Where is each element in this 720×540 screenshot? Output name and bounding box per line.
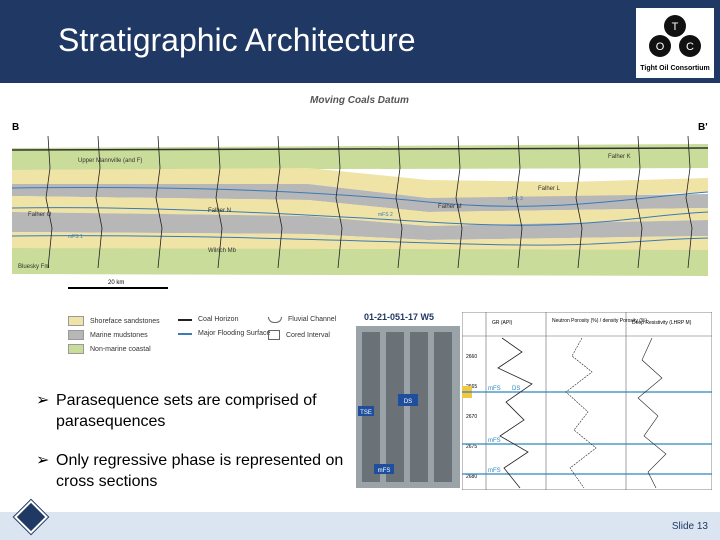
- log-header-resistivity: Deep Resistivity (LHRP M): [632, 320, 692, 326]
- core-well-label: 01-21-051-17 W5: [364, 312, 435, 322]
- legend-item-marine: Marine mudstones: [68, 330, 148, 340]
- bullet-list: ➢ Parasequence sets are comprised of par…: [36, 390, 366, 510]
- legend-swatch: [68, 344, 84, 354]
- bluesky-band: [12, 248, 708, 276]
- legend: Shoreface sandstones Marine mudstones No…: [68, 316, 336, 366]
- depth-5: 2680: [466, 474, 477, 480]
- bullet-item: ➢ Parasequence sets are comprised of par…: [36, 390, 366, 432]
- slide-number: Slide 13: [671, 521, 708, 532]
- log-tag-mfs-1: mFS: [488, 386, 501, 392]
- marker-mfs2: mFS 2: [378, 212, 393, 218]
- well-log-panel: GR (API) Neutron Porosity (%) / density …: [462, 312, 712, 490]
- bullet-item: ➢ Only regressive phase is represented o…: [36, 450, 366, 492]
- unit-falher-l: Falher L: [538, 186, 561, 192]
- legend-label: Non-marine coastal: [90, 345, 151, 353]
- legend-item-flooding: Major Flooding Surface: [178, 330, 270, 337]
- unit-falher-n: Falher N: [208, 208, 231, 214]
- core-photo: DS TSE mFS: [356, 326, 460, 488]
- legend-item-cored: Cored Interval: [268, 330, 330, 340]
- scale-label: 20 km: [108, 280, 124, 286]
- legend-item-channel: Fluvial Channel: [268, 316, 336, 323]
- unit-wilrich: Wilrich Mb: [208, 248, 237, 254]
- core-tag-mfs-text: mFS: [378, 468, 391, 474]
- log-tag-mfs-3: mFS: [488, 468, 501, 474]
- consortium-logo: T O C Tight Oil Consortium: [636, 8, 714, 78]
- unit-falher-o: Falher O: [28, 212, 52, 218]
- logo-letter-t: T: [672, 21, 679, 33]
- cross-section-title: Moving Coals Datum: [310, 95, 409, 106]
- bullet-text: Only regressive phase is represented on …: [56, 452, 344, 490]
- coal-line-icon: [178, 318, 192, 321]
- log-tag-mfs-2: mFS: [488, 438, 501, 444]
- unit-upper-mannville: Upper Mannville (and F): [78, 158, 142, 164]
- arrow-bullet-icon: ➢: [36, 392, 50, 409]
- depth-1: 2660: [466, 354, 477, 360]
- unit-falher-k: Falher K: [608, 154, 631, 160]
- footer-bar: Slide 13: [0, 512, 720, 540]
- legend-label: Major Flooding Surface: [198, 330, 271, 337]
- logo-letter-c: C: [686, 41, 694, 53]
- logo-caption: Tight Oil Consortium: [640, 65, 710, 72]
- legend-label: Marine mudstones: [90, 331, 148, 339]
- marker-mfs1: mFS 1: [68, 234, 83, 240]
- section-start-label: B: [12, 122, 19, 133]
- header-bar: Stratigraphic Architecture T O C Tight O…: [0, 0, 720, 83]
- legend-swatch: [68, 316, 84, 326]
- depth-3: 2670: [466, 414, 477, 420]
- log-header-gr: GR (API): [492, 320, 513, 326]
- unit-falher-m: Falher M: [438, 204, 462, 210]
- depth-4: 2675: [466, 444, 477, 450]
- channel-icon: [268, 316, 282, 323]
- core-tag-ds-text: DS: [404, 399, 412, 405]
- cross-section-figure: B B' Upper Mannville (and F) Falher K Fa…: [8, 108, 712, 296]
- legend-item-coal: Coal Horizon: [178, 316, 238, 323]
- slide-title: Stratigraphic Architecture: [58, 22, 416, 58]
- legend-swatch: [68, 330, 84, 340]
- legend-label: Cored Interval: [286, 331, 330, 339]
- section-end-label: B': [698, 122, 708, 133]
- legend-label: Shoreface sandstones: [90, 317, 160, 325]
- flooding-line-icon: [178, 332, 192, 335]
- logo-letter-o: O: [656, 41, 665, 53]
- legend-item-nonmarine: Non-marine coastal: [68, 344, 151, 354]
- legend-label: Fluvial Channel: [288, 316, 337, 323]
- log-tag-ds: DS: [512, 386, 520, 392]
- core-box-icon: [268, 330, 280, 340]
- arrow-bullet-icon: ➢: [36, 452, 50, 469]
- legend-label: Coal Horizon: [198, 316, 239, 323]
- unit-bluesky: Bluesky Fm: [18, 264, 49, 270]
- marker-mfs3: mFS 3: [508, 196, 523, 202]
- legend-item-shoreface: Shoreface sandstones: [68, 316, 160, 326]
- bullet-text: Parasequence sets are comprised of paras…: [56, 392, 317, 430]
